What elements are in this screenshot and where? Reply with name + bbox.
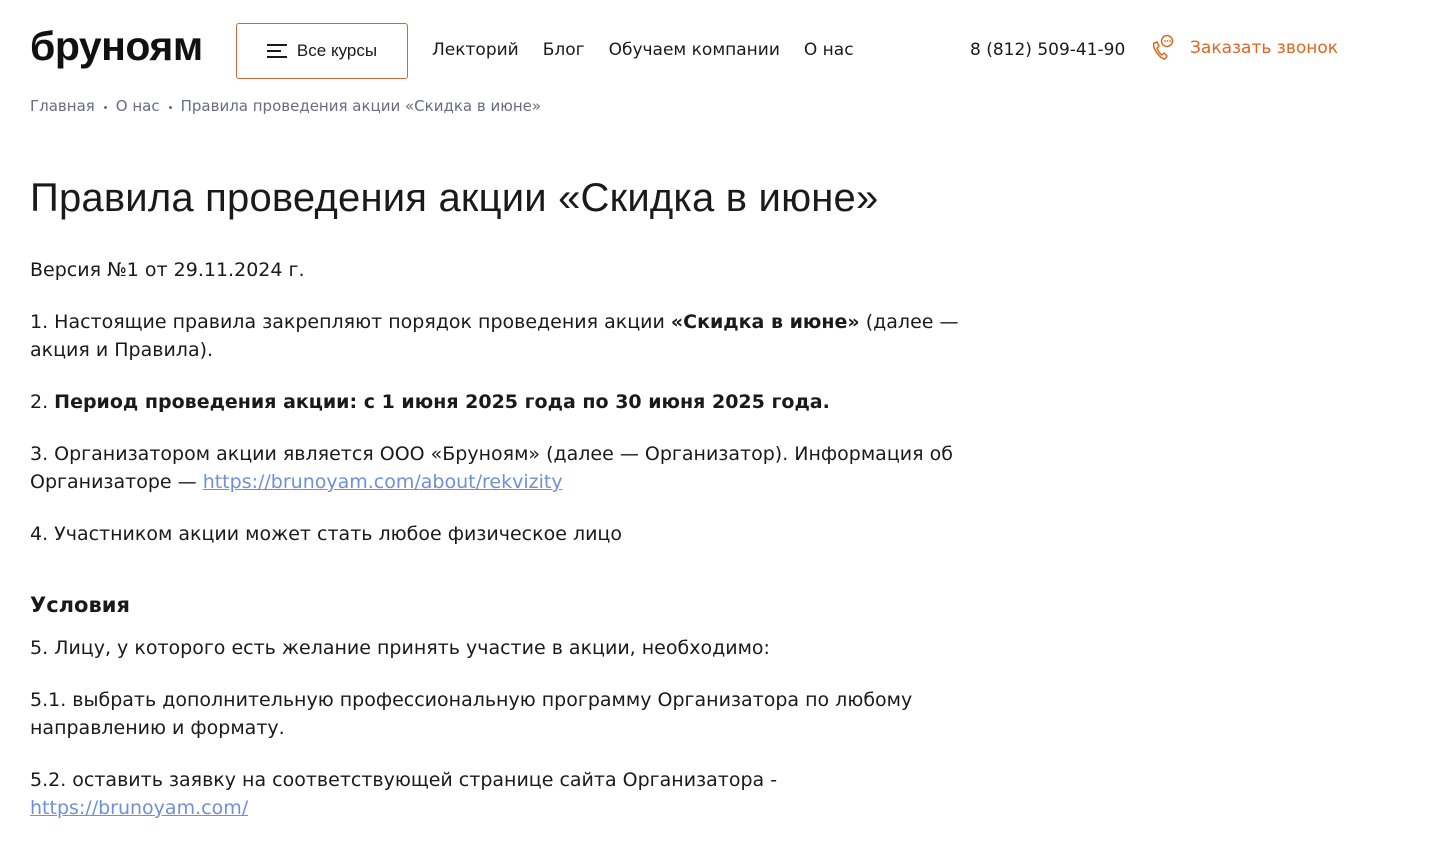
logo[interactable]: бруноям — [30, 22, 203, 70]
nav-item-blog[interactable]: Блог — [543, 40, 585, 60]
rule-2-number: 2. — [30, 391, 55, 413]
site-link[interactable]: https://brunoyam.com/ — [30, 797, 248, 819]
breadcrumb-item-current: Правила проведения акции «Скидка в июне» — [180, 97, 542, 115]
all-courses-button[interactable]: Все курсы — [236, 23, 408, 79]
phone-chat-icon — [1152, 34, 1174, 60]
main-content: Правила проведения акции «Скидка в июне»… — [30, 170, 980, 846]
callback-button[interactable]: Заказать звонок — [1150, 34, 1338, 62]
nav-item-lectorium[interactable]: Лекторий — [432, 40, 519, 60]
rule-1-promo-name: «Скидка в июне» — [670, 311, 860, 333]
nav-item-about[interactable]: О нас — [804, 40, 854, 60]
all-courses-label: Все курсы — [296, 41, 378, 60]
rule-2-period: Период проведения акции: с 1 июня 2025 г… — [54, 391, 830, 413]
menu-lines-icon — [266, 44, 287, 58]
rule-5-2-text: 5.2. оставить заявку на соответствующей … — [30, 769, 778, 791]
main-nav: Лекторий Блог Обучаем компании О нас — [432, 40, 854, 60]
rule-2: 2. Период проведения акции: с 1 июня 202… — [30, 388, 980, 416]
requisites-link[interactable]: https://brunoyam.com/about/rekvizity — [203, 471, 563, 493]
phone-number[interactable]: 8 (812) 509-41-90 — [970, 40, 1125, 60]
rule-4: 4. Участником акции может стать любое фи… — [30, 523, 622, 545]
breadcrumb-item-about[interactable]: О нас — [116, 97, 160, 115]
rule-5-1: 5.1. выбрать дополнительную профессионал… — [30, 689, 913, 739]
rule-5-2: 5.2. оставить заявку на соответствующей … — [30, 766, 980, 822]
section-title-conditions: Условия — [30, 593, 130, 617]
version-text: Версия №1 от 29.11.2024 г. — [30, 259, 305, 281]
rule-5: 5. Лицу, у которого есть желание принять… — [30, 637, 770, 659]
breadcrumb: Главная О нас Правила проведения акции «… — [30, 97, 541, 115]
rule-1: 1. Настоящие правила закрепляют порядок … — [30, 308, 980, 364]
breadcrumb-separator — [168, 106, 172, 109]
breadcrumb-item-home[interactable]: Главная — [30, 97, 95, 115]
callback-label: Заказать звонок — [1190, 38, 1339, 58]
breadcrumb-separator — [103, 106, 107, 109]
rule-3: 3. Организатором акции является ООО «Бру… — [30, 440, 980, 496]
nav-item-corporate[interactable]: Обучаем компании — [609, 40, 780, 60]
rule-1-text: 1. Настоящие правила закрепляют порядок … — [30, 311, 671, 333]
page-title: Правила проведения акции «Скидка в июне» — [30, 176, 879, 220]
site-header: бруноям Все курсы Лекторий Блог Обучаем … — [0, 0, 1449, 100]
